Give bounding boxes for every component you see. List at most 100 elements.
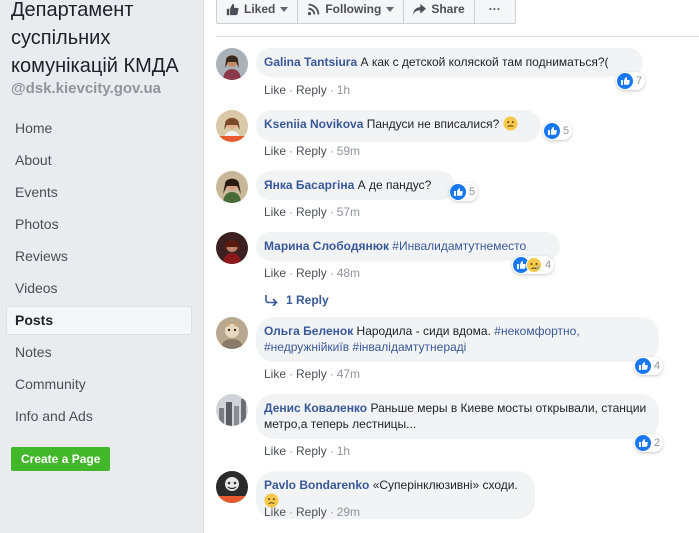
like-reaction-icon	[450, 184, 466, 200]
reply-link[interactable]: Reply	[296, 444, 327, 458]
hashtag-link[interactable]: #некомфортно,	[494, 324, 579, 338]
comment-timestamp[interactable]: 47m	[337, 367, 360, 381]
comment-author[interactable]: Марина Слободянюк	[264, 239, 389, 253]
like-link[interactable]: Like	[264, 144, 286, 158]
page-action-bar: Liked Following Share ···	[216, 0, 516, 24]
nav-item-community[interactable]: Community	[6, 370, 192, 399]
comment-text: Народила - сиди вдома.	[356, 324, 491, 338]
comment-timestamp[interactable]: 1h	[337, 444, 350, 458]
comment-bubble: Kseniia Novikova Пандуси не вписалися?	[256, 110, 541, 142]
comment-bubble: Galina Tantsiura А как с детской коляско…	[256, 48, 643, 77]
comment-actions: Like · Reply · 47m	[264, 367, 361, 381]
comment-timestamp[interactable]: 48m	[337, 266, 360, 280]
post-comments-panel: Liked Following Share ··· Galina Tantsiu…	[203, 0, 699, 533]
comment-actions: Like · Reply · 1h	[264, 444, 351, 458]
more-options-icon: ···	[488, 2, 501, 16]
left-sidebar: Департамент суспільних комунікацій КМДА …	[0, 0, 203, 533]
like-link[interactable]: Like	[264, 266, 286, 280]
like-link[interactable]: Like	[264, 83, 286, 97]
reply-link[interactable]: Reply	[296, 144, 327, 158]
avatar[interactable]	[216, 394, 248, 426]
like-link[interactable]: Like	[264, 444, 286, 458]
share-label: Share	[431, 2, 465, 16]
like-reaction-icon	[635, 435, 651, 451]
hashtag-link[interactable]: #інвалідамтутнераді	[352, 340, 466, 354]
comment-actions: Like · Reply · 59m	[264, 144, 361, 158]
comment-text: А де пандус?	[357, 178, 432, 192]
comment-timestamp[interactable]: 59m	[337, 144, 360, 158]
like-reaction-icon	[544, 123, 560, 139]
divider	[216, 36, 699, 37]
reply-link[interactable]: Reply	[296, 505, 327, 519]
page-handle[interactable]: @dsk.kievcity.gov.ua	[11, 80, 161, 97]
page-title[interactable]: Департамент суспільних комунікацій КМДА	[11, 0, 201, 80]
reaction-count[interactable]: 4	[634, 357, 664, 375]
comment-timestamp[interactable]: 57m	[337, 205, 360, 219]
comment-author[interactable]: Денис Коваленко	[264, 401, 367, 415]
hashtag-link[interactable]: #недружнійкиїв	[264, 340, 349, 354]
like-reaction-icon	[635, 358, 651, 374]
comment-text: «Суперінклюзивні» сходи.	[372, 478, 518, 492]
reply-link[interactable]: Reply	[296, 266, 327, 280]
liked-button[interactable]: Liked	[216, 0, 299, 24]
nav-item-posts[interactable]: Posts	[6, 306, 192, 335]
reply-link[interactable]: Reply	[296, 83, 327, 97]
reaction-count[interactable]: 5	[543, 122, 573, 140]
like-link[interactable]: Like	[264, 505, 286, 519]
comment-timestamp[interactable]: 1h	[337, 83, 350, 97]
comment-actions: Like · Reply · 1h	[264, 83, 351, 97]
confused-face-emoji-icon	[503, 116, 518, 135]
rss-feed-icon	[308, 3, 320, 15]
nav-item-notes[interactable]: Notes	[6, 338, 192, 367]
comment-bubble: Янка Басаргіна А де пандус?	[256, 171, 455, 200]
liked-dropdown-caret-icon	[280, 6, 289, 12]
reply-link[interactable]: Reply	[296, 205, 327, 219]
comment-author[interactable]: Kseniia Novikova	[264, 117, 363, 131]
comment-author[interactable]: Galina Tantsiura	[264, 55, 357, 69]
reaction-count[interactable]: 5	[449, 183, 479, 201]
comment-actions: Like · Reply · 57m	[264, 205, 361, 219]
nav-item-home[interactable]: Home	[6, 114, 192, 143]
comment-actions: Like · Reply · 29m	[264, 505, 361, 519]
following-button[interactable]: Following	[298, 0, 405, 24]
following-label: Following	[325, 2, 382, 16]
comment-author[interactable]: Pavlo Bondarenko	[264, 478, 369, 492]
reply-arrow-icon	[265, 294, 278, 306]
reaction-count[interactable]: 4	[512, 256, 555, 274]
more-options-button[interactable]: ···	[474, 0, 516, 24]
share-arrow-icon	[413, 3, 427, 15]
like-link[interactable]: Like	[264, 367, 286, 381]
reaction-count[interactable]: 7	[616, 72, 646, 90]
nav-item-info-and-ads[interactable]: Info and Ads	[6, 402, 192, 431]
avatar[interactable]	[216, 48, 248, 80]
thumbs-up-icon	[226, 3, 239, 15]
comment-actions: Like · Reply · 48m	[264, 266, 361, 280]
nav-item-events[interactable]: Events	[6, 178, 192, 207]
share-button[interactable]: Share	[404, 0, 475, 24]
view-replies-link[interactable]: 1 Reply	[264, 293, 329, 307]
liked-label: Liked	[244, 2, 276, 16]
comment-author[interactable]: Ольга Беленок	[264, 324, 353, 338]
comment-text: Пандуси не вписалися?	[366, 117, 500, 131]
nav-item-about[interactable]: About	[6, 146, 192, 175]
reply-link[interactable]: Reply	[296, 367, 327, 381]
avatar[interactable]	[216, 317, 248, 349]
like-reaction-icon	[617, 73, 633, 89]
following-dropdown-caret-icon	[386, 6, 395, 12]
avatar[interactable]	[216, 110, 248, 142]
nav-item-videos[interactable]: Videos	[6, 274, 192, 303]
avatar[interactable]	[216, 471, 248, 503]
avatar[interactable]	[216, 171, 248, 203]
comment-timestamp[interactable]: 29m	[337, 505, 360, 519]
hashtag-link[interactable]: #Инвалидамтутнеместо	[392, 239, 526, 253]
sad-reaction-icon	[526, 257, 542, 273]
create-page-button[interactable]: Create a Page	[11, 447, 111, 471]
comment-bubble: Ольга Беленок Народила - сиди вдома. #не…	[256, 317, 659, 362]
comment-author[interactable]: Янка Басаргіна	[264, 178, 354, 192]
like-link[interactable]: Like	[264, 205, 286, 219]
nav-item-photos[interactable]: Photos	[6, 210, 192, 239]
avatar[interactable]	[216, 232, 248, 264]
nav-item-reviews[interactable]: Reviews	[6, 242, 192, 271]
comment-bubble: Денис Коваленко Раньше меры в Киеве мост…	[256, 394, 659, 439]
reaction-count[interactable]: 2	[634, 434, 664, 452]
